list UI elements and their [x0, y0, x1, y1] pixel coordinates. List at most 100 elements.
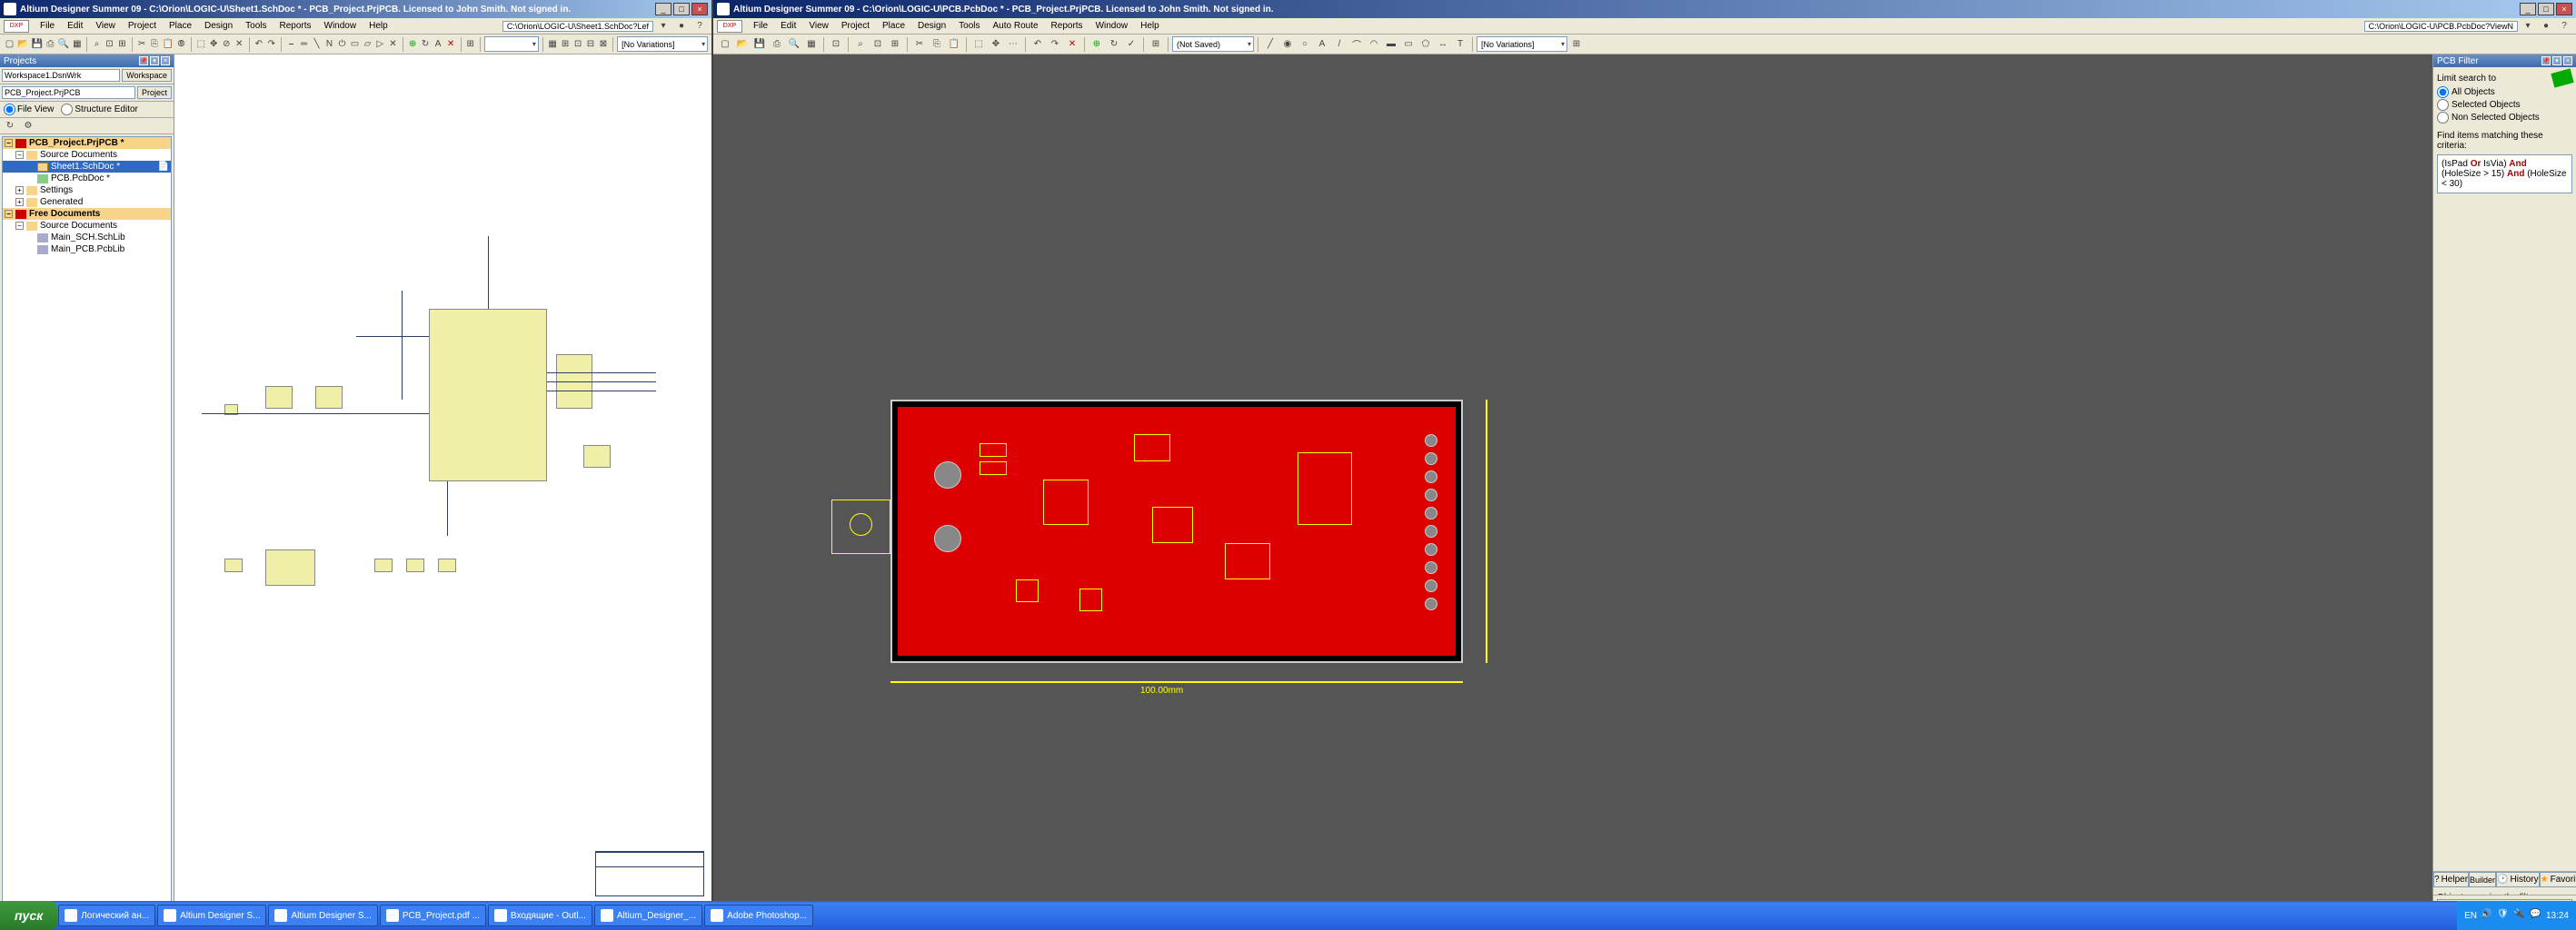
menu-edit[interactable]: Edit: [775, 20, 801, 32]
menu-view[interactable]: View: [803, 20, 834, 32]
dxp-logo[interactable]: DXP: [717, 20, 742, 33]
crossprobe-icon[interactable]: ⊕: [1089, 36, 1105, 53]
panel-close-icon[interactable]: ×: [2563, 56, 2572, 65]
port-icon[interactable]: ▷: [374, 36, 386, 53]
minimize-button[interactable]: _: [2520, 3, 2536, 15]
open-icon[interactable]: 📂: [734, 36, 751, 53]
clear-icon[interactable]: ✕: [234, 36, 245, 53]
workspace-button[interactable]: Workspace: [122, 69, 172, 82]
crossprobe-icon[interactable]: ⊕: [407, 36, 419, 53]
print-icon[interactable]: ⎙: [769, 36, 785, 53]
pcb-canvas[interactable]: 100.00mm: [713, 54, 2432, 904]
upd-icon[interactable]: ↻: [1106, 36, 1122, 53]
redo-icon[interactable]: ↷: [265, 36, 277, 53]
minimize-button[interactable]: _: [655, 3, 671, 15]
menu-help[interactable]: Help: [1135, 20, 1165, 32]
menu-edit[interactable]: Edit: [62, 20, 88, 32]
menu-view[interactable]: View: [90, 20, 121, 32]
taskbtn-5[interactable]: Altium_Designer_...: [594, 905, 702, 926]
bus-icon[interactable]: ═: [298, 36, 310, 53]
arc-icon[interactable]: ⌒: [1348, 36, 1365, 53]
close-button[interactable]: ×: [2556, 3, 2572, 15]
more-icon[interactable]: ⋯: [1005, 36, 1021, 53]
maximize-button[interactable]: □: [2538, 3, 2554, 15]
taskbtn-6[interactable]: Adobe Photoshop...: [704, 905, 813, 926]
cut-icon[interactable]: ✂: [911, 36, 928, 53]
variations-dropdown[interactable]: [No Variations]: [617, 36, 708, 52]
clock[interactable]: 13:24: [2546, 911, 2569, 921]
dim-icon[interactable]: ↔: [1435, 36, 1451, 53]
preview-icon[interactable]: 🔍: [786, 36, 802, 53]
taskbtn-2[interactable]: Altium Designer S...: [268, 905, 377, 926]
project-button[interactable]: Project: [137, 86, 172, 99]
favorites-button[interactable]: ★Favorites: [2540, 872, 2576, 887]
menu-design[interactable]: Design: [912, 20, 951, 32]
menu-reports[interactable]: Reports: [274, 20, 317, 32]
taskbtn-3[interactable]: PCB_Project.pdf ...: [380, 905, 486, 926]
print-icon[interactable]: ⎙: [45, 36, 56, 53]
tree-pcblib[interactable]: Main_PCB.PcbLib: [3, 243, 171, 255]
undo-icon[interactable]: ↶: [253, 36, 264, 53]
menu-autoroute[interactable]: Auto Route: [988, 20, 1044, 32]
right-docpath[interactable]: C:\Orion\LOGIC-U\PCB.PcbDoc?ViewN: [2364, 21, 2518, 32]
deselect-icon[interactable]: ⊘: [221, 36, 233, 53]
schematic-canvas[interactable]: [174, 54, 711, 904]
cancel-icon[interactable]: ✕: [445, 36, 457, 53]
menu-project[interactable]: Project: [123, 20, 162, 32]
zoom-fit-icon[interactable]: ⊡: [870, 36, 886, 53]
menu-file[interactable]: File: [748, 20, 773, 32]
zoom-fit-icon[interactable]: ⊡: [104, 36, 115, 53]
lang-indicator[interactable]: EN: [2464, 911, 2477, 921]
docpath-help-icon[interactable]: ?: [2556, 18, 2572, 35]
tree-srcdocs[interactable]: −Source Documents: [3, 149, 171, 161]
select-icon[interactable]: ⬚: [195, 36, 207, 53]
text-icon[interactable]: T: [1452, 36, 1468, 53]
sheet-icon[interactable]: ▱: [362, 36, 373, 53]
builder-button[interactable]: Builder: [2469, 872, 2496, 887]
cancel-icon[interactable]: ✕: [1064, 36, 1080, 53]
tree-opts-icon[interactable]: ⚙: [20, 118, 36, 134]
move-icon[interactable]: ✥: [988, 36, 1004, 53]
taskbtn-1[interactable]: Altium Designer S...: [157, 905, 266, 926]
workspace-icon[interactable]: ▦: [803, 36, 820, 53]
tree-generated[interactable]: +Generated: [3, 196, 171, 208]
menu-reports[interactable]: Reports: [1046, 20, 1089, 32]
new-icon[interactable]: ▢: [4, 36, 15, 53]
tree-project-root[interactable]: −PCB_Project.PrjPCB *: [3, 137, 171, 149]
tray-icon[interactable]: 🔊: [2481, 909, 2493, 922]
units-dropdown[interactable]: [484, 36, 539, 52]
start-button[interactable]: пуск: [0, 901, 57, 930]
structeditor-radio[interactable]: Structure Editor: [61, 104, 137, 115]
variations-dropdown[interactable]: [No Variations]: [1477, 36, 1567, 52]
tree-refresh-icon[interactable]: ↻: [2, 118, 18, 134]
annotate-icon[interactable]: A: [433, 36, 444, 53]
busentry-icon[interactable]: ╲: [311, 36, 323, 53]
tray-icon[interactable]: 🔌: [2513, 909, 2526, 922]
close-button[interactable]: ×: [691, 3, 708, 15]
dxp-logo[interactable]: DXP: [4, 20, 29, 33]
part-icon[interactable]: ▭: [349, 36, 361, 53]
docpath-go-icon[interactable]: ●: [673, 18, 690, 35]
tree-srcdocs2[interactable]: −Source Documents: [3, 220, 171, 232]
tray-icon[interactable]: 🛡: [2497, 909, 2510, 922]
tree-sheet1[interactable]: Sheet1.SchDoc *📄: [3, 161, 171, 173]
menu-project[interactable]: Project: [836, 20, 875, 32]
menu-window[interactable]: Window: [1090, 20, 1134, 32]
menu-place[interactable]: Place: [164, 20, 197, 32]
workspace-input[interactable]: [2, 69, 120, 82]
grid5-icon[interactable]: ⊠: [597, 36, 609, 53]
menu-design[interactable]: Design: [199, 20, 238, 32]
via-icon[interactable]: ◉: [1279, 36, 1296, 53]
docpath-dropdown-icon[interactable]: ▾: [2520, 18, 2536, 35]
history-button[interactable]: 🕑History: [2496, 872, 2540, 887]
pad-icon[interactable]: ○: [1297, 36, 1313, 53]
save-icon[interactable]: 💾: [751, 36, 768, 53]
save-icon[interactable]: 💾: [30, 36, 43, 53]
panel-drop-icon[interactable]: ▾: [150, 56, 159, 65]
string-icon[interactable]: A: [1314, 36, 1330, 53]
left-docpath[interactable]: C:\Orion\LOGIC-U\Sheet1.SchDoc?Lef: [502, 21, 653, 32]
netlabel-icon[interactable]: N: [323, 36, 335, 53]
menu-place[interactable]: Place: [877, 20, 910, 32]
browse-icon[interactable]: ⊞: [464, 36, 476, 53]
menu-window[interactable]: Window: [319, 20, 363, 32]
